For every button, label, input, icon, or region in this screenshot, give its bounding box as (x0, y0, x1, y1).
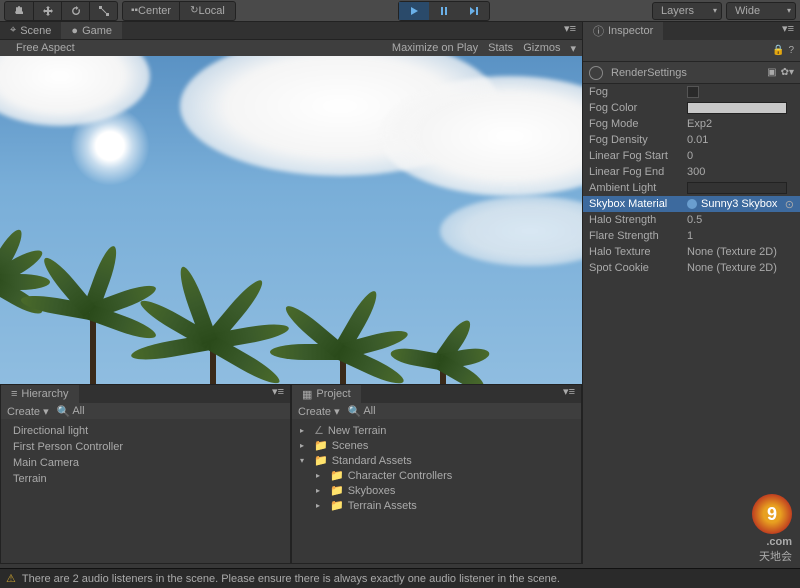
cloud-render (440, 196, 582, 266)
hierarchy-item[interactable]: Terrain (1, 471, 290, 487)
gear-icon (589, 66, 603, 80)
palm-render (340, 344, 346, 384)
property-row[interactable]: Spot CookieNone (Texture 2D) (583, 260, 800, 276)
project-item[interactable]: ▾📁Standard Assets (292, 453, 581, 468)
scale-tool[interactable] (89, 2, 117, 20)
component-gear-icon[interactable]: ✿▾ (781, 67, 794, 78)
palm-render (210, 334, 216, 384)
property-row[interactable]: Fog Density0.01 (583, 132, 800, 148)
hierarchy-search[interactable]: 🔍All (57, 405, 85, 418)
project-item[interactable]: ▸📁Scenes (292, 438, 581, 453)
property-row[interactable]: Halo TextureNone (Texture 2D) (583, 244, 800, 260)
project-item[interactable]: ▸📁Character Controllers (292, 468, 581, 483)
aspect-dropdown[interactable]: Free Aspect (16, 42, 75, 54)
pause-button[interactable] (429, 2, 459, 20)
inspector-panel: ⓘ Inspector▾≡ 🔒? RenderSettings ▣✿▾ FogF… (582, 22, 800, 564)
property-row[interactable]: Ambient Light (583, 180, 800, 196)
game-viewport[interactable] (0, 56, 582, 384)
tab-menu-icon[interactable]: ▾≡ (266, 385, 290, 403)
hierarchy-item[interactable]: Directional light (1, 423, 290, 439)
layers-dropdown[interactable]: Layers (652, 2, 722, 20)
project-item[interactable]: ▸📁Terrain Assets (292, 498, 581, 513)
scene-tab[interactable]: ⌖ Scene (0, 22, 61, 39)
palm-render (90, 304, 96, 384)
gizmos-arrow-icon[interactable]: ▾ (570, 42, 576, 55)
game-tab[interactable]: ● Game (61, 22, 122, 39)
help-icon[interactable]: ? (788, 45, 794, 56)
pivot-tools: ▪▪ Center ↻ Local (122, 1, 236, 21)
property-row[interactable]: Flare Strength1 (583, 228, 800, 244)
hand-tool[interactable] (5, 2, 33, 20)
rotate-tool[interactable] (61, 2, 89, 20)
status-bar: ⚠ There are 2 audio listeners in the sce… (0, 568, 800, 588)
property-row[interactable]: Fog Color (583, 100, 800, 116)
project-item[interactable]: ▸📁Skyboxes (292, 483, 581, 498)
main-toolbar: ▪▪ Center ↻ Local Layers Wide (0, 0, 800, 22)
property-row[interactable]: Fog ModeExp2 (583, 116, 800, 132)
property-row[interactable]: Skybox Material Sunny3 Skybox ⊙ (583, 196, 800, 212)
property-row[interactable]: Linear Fog Start0 (583, 148, 800, 164)
hierarchy-item[interactable]: First Person Controller (1, 439, 290, 455)
hierarchy-tab[interactable]: ≡ Hierarchy (1, 385, 79, 403)
view-tabs: ⌖ Scene ● Game ▾≡ (0, 22, 582, 40)
project-create-dropdown[interactable]: Create ▾ (298, 405, 340, 418)
watermark: 9 .com 天地会 (752, 494, 792, 564)
status-message: There are 2 audio listeners in the scene… (22, 573, 560, 585)
lock-icon[interactable]: 🔒 (772, 45, 784, 56)
hierarchy-item[interactable]: Main Camera (1, 455, 290, 471)
game-toolbar: Free Aspect Maximize on Play Stats Gizmo… (0, 40, 582, 56)
property-row[interactable]: Fog (583, 84, 800, 100)
project-panel: ▦ Project▾≡ Create ▾ 🔍All ▸∠New Terrain▸… (291, 384, 582, 564)
project-search[interactable]: 🔍All (348, 405, 376, 418)
component-help-icon[interactable]: ▣ (767, 67, 776, 78)
tab-menu-icon[interactable]: ▾≡ (558, 22, 582, 39)
inspector-title: RenderSettings (611, 67, 687, 79)
transform-tools (4, 1, 118, 21)
inspector-tab[interactable]: ⓘ Inspector (583, 22, 663, 40)
play-button[interactable] (399, 2, 429, 20)
hierarchy-panel: ≡ Hierarchy ▾≡ Create ▾ 🔍All Directional … (0, 384, 291, 564)
stats-toggle[interactable]: Stats (488, 42, 513, 54)
layout-dropdown[interactable]: Wide (726, 2, 796, 20)
step-button[interactable] (459, 2, 489, 20)
gizmos-toggle[interactable]: Gizmos (523, 42, 560, 54)
project-tab[interactable]: ▦ Project (292, 385, 361, 403)
property-row[interactable]: Halo Strength0.5 (583, 212, 800, 228)
tab-menu-icon[interactable]: ▾≡ (557, 385, 581, 403)
property-row[interactable]: Linear Fog End300 (583, 164, 800, 180)
palm-render (440, 354, 446, 384)
pivot-center-button[interactable]: ▪▪ Center (123, 2, 179, 20)
play-controls (398, 1, 490, 21)
watermark-logo: 9 (752, 494, 792, 534)
move-tool[interactable] (33, 2, 61, 20)
warning-icon: ⚠ (6, 572, 16, 585)
pivot-local-button[interactable]: ↻ Local (179, 2, 235, 20)
hierarchy-create-dropdown[interactable]: Create ▾ (7, 405, 49, 418)
maximize-toggle[interactable]: Maximize on Play (392, 42, 478, 54)
tab-menu-icon[interactable]: ▾≡ (776, 22, 800, 40)
project-item[interactable]: ▸∠New Terrain (292, 423, 581, 438)
